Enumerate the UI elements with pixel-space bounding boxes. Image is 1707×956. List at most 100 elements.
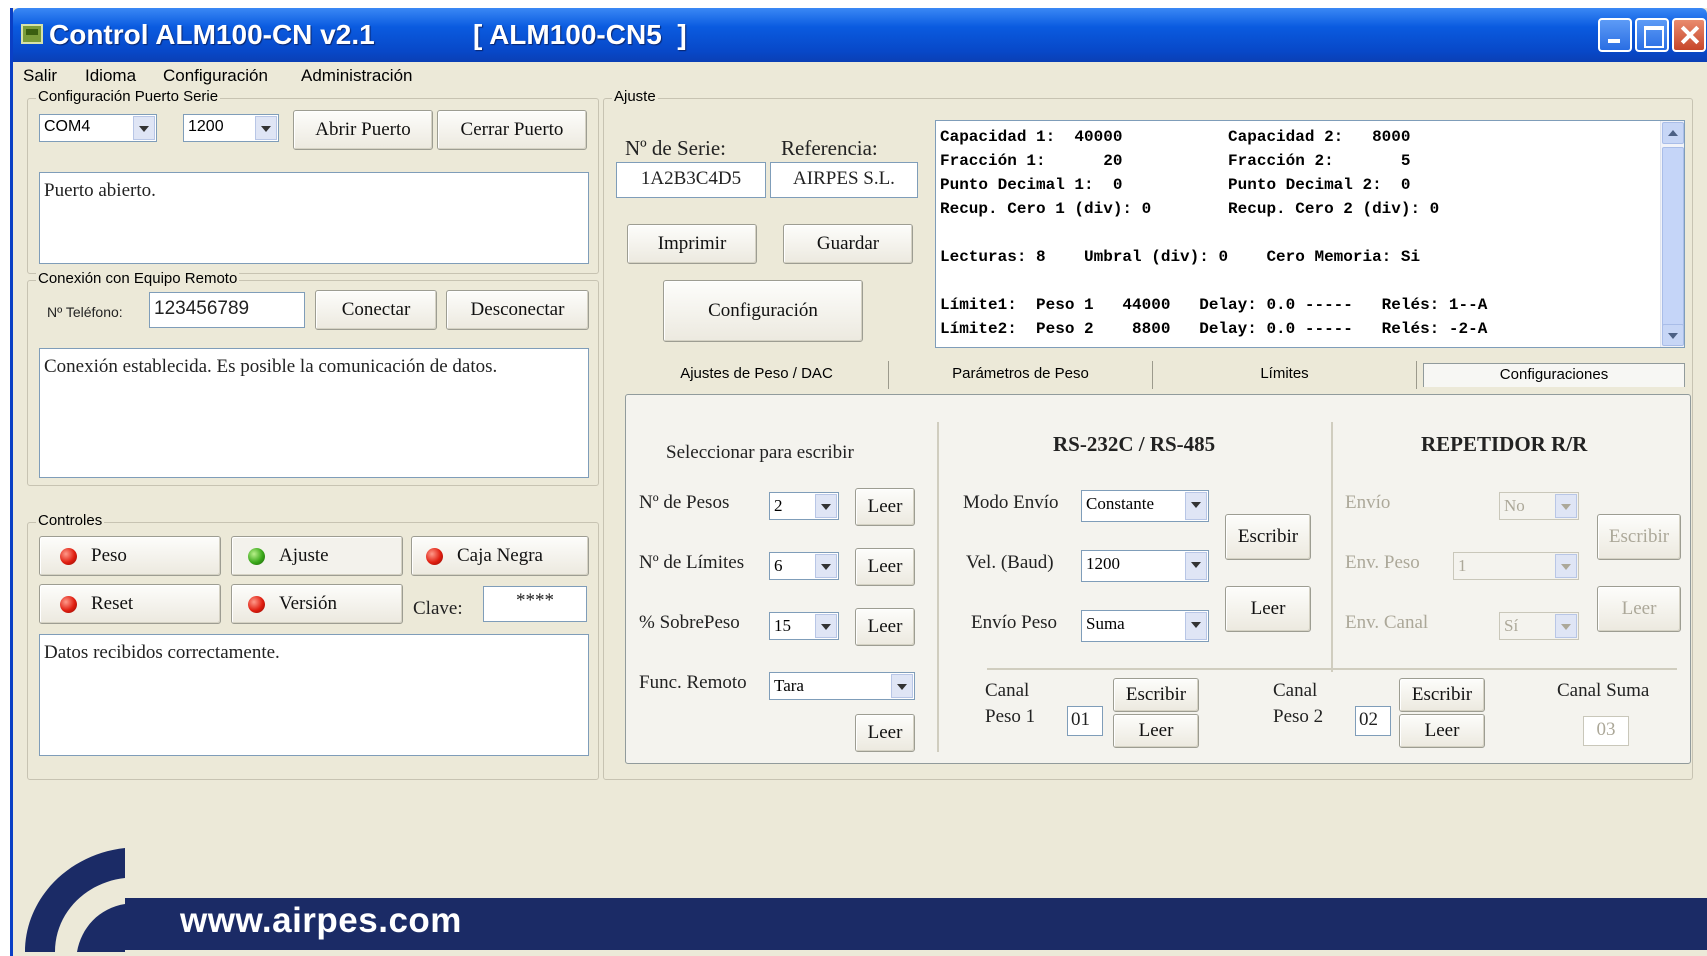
baud-select[interactable]: 1200 bbox=[183, 114, 279, 142]
disconnect-button[interactable]: Desconectar bbox=[446, 290, 589, 330]
chevron-down-icon[interactable] bbox=[1555, 614, 1577, 638]
remote-status-text: Conexión establecida. Es posible la comu… bbox=[39, 348, 589, 478]
serial-status-text: Puerto abierto. bbox=[39, 172, 589, 264]
serial-port-group-label: Configuración Puerto Serie bbox=[36, 88, 221, 105]
vel-baud-select[interactable]: 1200 bbox=[1081, 550, 1209, 582]
scroll-thumb[interactable] bbox=[1662, 147, 1684, 327]
canal-suma-label: Canal Suma bbox=[1557, 680, 1650, 701]
chevron-down-icon[interactable] bbox=[1185, 612, 1207, 640]
chevron-down-icon[interactable] bbox=[891, 674, 913, 698]
caja-negra-button[interactable]: Caja Negra bbox=[411, 536, 589, 576]
info-scrollbar[interactable] bbox=[1660, 121, 1684, 347]
leer-func-remoto-button[interactable]: Leer bbox=[855, 714, 915, 752]
referencia-input[interactable]: AIRPES S.L. bbox=[770, 162, 918, 198]
tab-configuraciones[interactable]: Configuraciones bbox=[1423, 363, 1685, 387]
func-remoto-select[interactable]: Tara bbox=[769, 672, 915, 700]
escribir-canal2-button[interactable]: Escribir bbox=[1399, 678, 1485, 712]
chevron-down-icon[interactable] bbox=[815, 494, 837, 518]
canal2-input[interactable]: 02 bbox=[1355, 706, 1391, 736]
footer-url-link[interactable]: www.airpes.com bbox=[180, 901, 462, 941]
chevron-down-icon[interactable] bbox=[815, 614, 837, 638]
menu-administracion[interactable]: Administración bbox=[301, 66, 413, 86]
leer-pesos-button[interactable]: Leer bbox=[855, 488, 915, 526]
peso-button[interactable]: Peso bbox=[39, 536, 221, 576]
escribir-canal1-button[interactable]: Escribir bbox=[1113, 678, 1199, 712]
guardar-button[interactable]: Guardar bbox=[783, 224, 913, 264]
menu-idioma[interactable]: Idioma bbox=[85, 66, 136, 86]
chevron-down-icon[interactable] bbox=[1185, 552, 1207, 580]
tab-ajustes-peso-dac[interactable]: Ajustes de Peso / DAC bbox=[625, 361, 889, 389]
peso1-label: Peso 1 bbox=[985, 706, 1036, 727]
menu-configuracion[interactable]: Configuración bbox=[163, 66, 268, 86]
remote-group-label: Conexión con Equipo Remoto bbox=[36, 270, 240, 287]
leer-repetidor-button[interactable]: Leer bbox=[1597, 586, 1681, 632]
controls-status-text: Datos recibidos correctamente. bbox=[39, 634, 589, 756]
app-icon bbox=[21, 24, 43, 44]
open-port-button[interactable]: Abrir Puerto bbox=[293, 110, 433, 150]
chevron-down-icon[interactable] bbox=[133, 116, 155, 140]
serie-label: Nº de Serie: bbox=[625, 136, 726, 160]
device-info-textarea[interactable]: Capacidad 1: 40000 Capacidad 2: 8000 Fra… bbox=[935, 120, 1685, 348]
serie-input[interactable]: 1A2B3C4D5 bbox=[616, 162, 766, 198]
configuracion-button[interactable]: Configuración bbox=[663, 280, 863, 342]
reset-button[interactable]: Reset bbox=[39, 584, 221, 624]
scroll-down-icon[interactable] bbox=[1662, 324, 1684, 346]
tab-parametros-peso[interactable]: Parámetros de Peso bbox=[889, 361, 1153, 389]
device-info-text: Capacidad 1: 40000 Capacidad 2: 8000 Fra… bbox=[940, 128, 1488, 338]
leer-rs-button[interactable]: Leer bbox=[1225, 586, 1311, 632]
menu-bar: Salir Idioma Configuración Administració… bbox=[13, 62, 1707, 90]
ajuste-button[interactable]: Ajuste bbox=[231, 536, 403, 576]
n-pesos-select[interactable]: 2 bbox=[769, 492, 839, 520]
canal1-label: Canal bbox=[985, 680, 1030, 701]
env-canal-label: Env. Canal bbox=[1345, 612, 1429, 633]
chevron-down-icon[interactable] bbox=[255, 116, 277, 140]
title-bar[interactable]: Control ALM100-CN v2.1 [ ALM100-CN5 ] bbox=[13, 8, 1707, 62]
phone-input[interactable]: 123456789 bbox=[149, 292, 305, 328]
referencia-label: Referencia: bbox=[781, 136, 878, 160]
sobrepeso-select[interactable]: 15 bbox=[769, 612, 839, 640]
n-pesos-label: Nº de Pesos bbox=[639, 492, 730, 513]
chevron-down-icon[interactable] bbox=[1185, 492, 1207, 520]
rs232-title: RS-232C / RS-485 bbox=[1053, 432, 1216, 456]
status-led-icon bbox=[248, 547, 265, 565]
escribir-rs-button[interactable]: Escribir bbox=[1225, 514, 1311, 560]
leer-sobrepeso-button[interactable]: Leer bbox=[855, 608, 915, 646]
canal-suma-input[interactable]: 03 bbox=[1583, 716, 1629, 746]
env-peso-select[interactable]: 1 bbox=[1453, 552, 1579, 580]
imprimir-button[interactable]: Imprimir bbox=[627, 224, 757, 264]
leer-limites-button[interactable]: Leer bbox=[855, 548, 915, 586]
connect-button[interactable]: Conectar bbox=[315, 290, 437, 330]
chevron-down-icon[interactable] bbox=[815, 554, 837, 578]
close-port-button[interactable]: Cerrar Puerto bbox=[437, 110, 587, 150]
close-icon[interactable] bbox=[1672, 18, 1706, 52]
leer-canal2-button[interactable]: Leer bbox=[1399, 714, 1485, 748]
env-canal-select[interactable]: Sí bbox=[1499, 612, 1579, 640]
menu-salir[interactable]: Salir bbox=[23, 66, 57, 86]
canal1-input[interactable]: 01 bbox=[1067, 706, 1103, 736]
scroll-up-icon[interactable] bbox=[1662, 122, 1684, 144]
envio-peso-select[interactable]: Suma bbox=[1081, 610, 1209, 642]
row-divider bbox=[987, 668, 1677, 670]
chevron-down-icon[interactable] bbox=[1555, 494, 1577, 518]
peso2-label: Peso 2 bbox=[1273, 706, 1324, 727]
modo-envio-label: Modo Envío bbox=[963, 492, 1059, 513]
version-button[interactable]: Versión bbox=[231, 584, 403, 624]
escribir-repetidor-button[interactable]: Escribir bbox=[1597, 514, 1681, 560]
canal2-label: Canal bbox=[1273, 680, 1318, 701]
minimize-icon[interactable] bbox=[1598, 18, 1632, 52]
status-led-icon bbox=[248, 595, 265, 613]
clave-input[interactable]: **** bbox=[483, 586, 587, 622]
port-select[interactable]: COM4 bbox=[39, 114, 157, 142]
tab-limites[interactable]: Límites bbox=[1153, 361, 1417, 389]
modo-envio-select[interactable]: Constante bbox=[1081, 490, 1209, 522]
vel-baud-label: Vel. (Baud) bbox=[966, 552, 1054, 573]
envio-select[interactable]: No bbox=[1499, 492, 1579, 520]
leer-canal1-button[interactable]: Leer bbox=[1113, 714, 1199, 748]
phone-label: Nº Teléfono: bbox=[47, 304, 123, 320]
app-window: Control ALM100-CN v2.1 [ ALM100-CN5 ] Sa… bbox=[10, 8, 1707, 956]
status-led-icon bbox=[426, 547, 443, 565]
maximize-icon[interactable] bbox=[1635, 18, 1669, 52]
chevron-down-icon[interactable] bbox=[1555, 554, 1577, 578]
status-led-icon bbox=[60, 547, 77, 565]
n-limites-select[interactable]: 6 bbox=[769, 552, 839, 580]
